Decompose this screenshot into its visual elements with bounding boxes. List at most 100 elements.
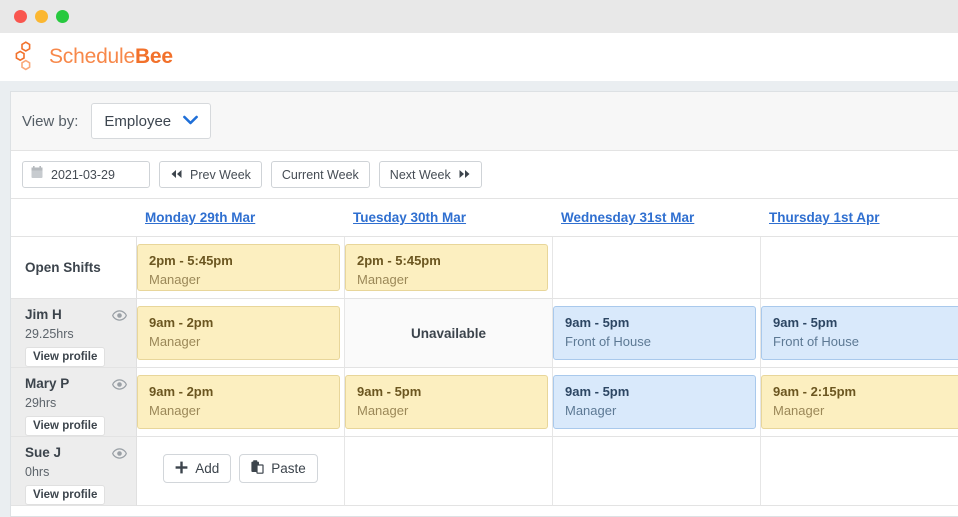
schedule-row: Sue J 0hrs View profile Add Paste xyxy=(11,437,958,506)
shift-card[interactable]: 9am - 5pm Manager xyxy=(345,375,548,429)
prev-week-button[interactable]: Prev Week xyxy=(159,161,262,188)
empty-schedule-cell[interactable] xyxy=(553,437,761,506)
shift-time: 2pm - 5:45pm xyxy=(149,253,233,268)
date-value: 2021-03-29 xyxy=(51,167,115,182)
shift-card[interactable]: 9am - 5pm Front of House xyxy=(761,306,958,360)
schedule-grid: Monday 29th Mar Tuesday 30th Mar Wednesd… xyxy=(11,199,958,506)
schedule-card: View by: Employee 2021-03-29 Prev Week C… xyxy=(10,91,958,517)
shift-time: 9am - 5pm xyxy=(773,315,838,330)
week-navigation-toolbar: 2021-03-29 Prev Week Current Week Next W… xyxy=(11,151,958,199)
chevron-down-icon xyxy=(183,112,199,130)
paste-shift-button[interactable]: Paste xyxy=(239,454,318,483)
employee-cell: Mary P 29hrs View profile xyxy=(11,368,137,437)
add-shift-button[interactable]: Add xyxy=(163,454,232,483)
schedule-rows: Open Shifts 2pm - 5:45pm Manager 2pm - 5:45… xyxy=(11,237,958,506)
day-column-header-2: Wednesday 31st Mar xyxy=(553,199,761,237)
shift-role: Manager xyxy=(149,271,201,287)
shift-card[interactable]: 9am - 5pm Manager xyxy=(553,375,756,429)
brand-name-part-2: Bee xyxy=(134,45,173,68)
brand-logo-link[interactable]: ScheduleBee xyxy=(14,41,173,73)
employee-hours: 0hrs xyxy=(25,465,50,479)
shift-time: 9am - 2pm xyxy=(149,315,214,330)
shift-card[interactable]: 9am - 2pm Manager xyxy=(137,306,340,360)
view-profile-button[interactable]: View profile xyxy=(25,485,106,505)
empty-schedule-cell[interactable] xyxy=(761,437,958,506)
plus-icon xyxy=(175,461,188,477)
brand-name-part-1: Schedule xyxy=(49,45,135,68)
brand-name: ScheduleBee xyxy=(49,45,173,69)
shift-card[interactable]: 2pm - 5:45pm Manager xyxy=(345,244,548,291)
current-week-label: Current Week xyxy=(281,167,359,182)
employee-hours: 29hrs xyxy=(25,396,57,410)
shift-card[interactable]: 9am - 2:15pm Manager xyxy=(761,375,958,429)
shift-role: Manager xyxy=(357,402,409,418)
shift-role: Front of House xyxy=(773,333,859,349)
schedule-cell: 9am - 5pm Manager xyxy=(345,368,553,437)
window-chrome xyxy=(0,0,958,33)
shift-time: 9am - 2pm xyxy=(149,384,214,399)
view-by-select[interactable]: Employee xyxy=(91,103,212,139)
shift-card[interactable]: 2pm - 5:45pm Manager xyxy=(137,244,340,291)
date-input[interactable]: 2021-03-29 xyxy=(22,161,150,188)
shift-role: Manager xyxy=(149,402,201,418)
employee-cell: Sue J 0hrs View profile xyxy=(11,437,137,506)
shift-role: Front of House xyxy=(565,333,651,349)
shift-card[interactable]: 9am - 5pm Front of House xyxy=(553,306,756,360)
empty-schedule-cell[interactable] xyxy=(761,237,958,299)
schedule-cell: 9am - 2:15pm Manager xyxy=(761,368,958,437)
current-week-button[interactable]: Current Week xyxy=(270,161,370,188)
schedule-cell: 9am - 5pm Front of House xyxy=(553,299,761,368)
shift-time: 9am - 5pm xyxy=(565,384,630,399)
shift-time: 2pm - 5:45pm xyxy=(357,253,441,268)
shift-role: Manager xyxy=(149,333,201,349)
schedule-cell: 2pm - 5:45pm Manager xyxy=(137,237,345,299)
unavailable-cell: Unavailable xyxy=(345,299,553,368)
schedule-cell: 2pm - 5:45pm Manager xyxy=(345,237,553,299)
day-link-wednesday[interactable]: Wednesday 31st Mar xyxy=(561,210,694,225)
calendar-icon xyxy=(31,165,43,184)
double-chevron-left-icon xyxy=(170,168,183,182)
eye-icon[interactable] xyxy=(112,308,127,326)
day-link-tuesday[interactable]: Tuesday 30th Mar xyxy=(353,210,466,225)
empty-schedule-cell[interactable] xyxy=(553,237,761,299)
day-column-header-3: Thursday 1st Apr xyxy=(761,199,958,237)
employee-column-header xyxy=(11,199,137,237)
employee-cell: Jim H 29.25hrs View profile xyxy=(11,299,137,368)
add-shift-label: Add xyxy=(195,461,220,476)
view-by-selected-value: Employee xyxy=(104,112,172,130)
app-header: ScheduleBee xyxy=(0,33,958,81)
shift-actions-cell: Add Paste xyxy=(137,437,345,506)
day-link-monday[interactable]: Monday 29th Mar xyxy=(145,210,255,225)
schedule-cell: 9am - 5pm Front of House xyxy=(761,299,958,368)
employee-hours: 29.25hrs xyxy=(25,327,74,341)
shift-time: 9am - 5pm xyxy=(565,315,630,330)
schedule-row: Jim H 29.25hrs View profile 9am - 2pm Manage… xyxy=(11,299,958,368)
eye-icon[interactable] xyxy=(112,446,127,464)
double-chevron-right-icon xyxy=(458,168,471,182)
day-column-header-1: Tuesday 30th Mar xyxy=(345,199,553,237)
shift-time: 9am - 2:15pm xyxy=(773,384,857,399)
eye-icon[interactable] xyxy=(112,377,127,395)
minimize-window-button[interactable] xyxy=(35,10,48,23)
schedule-row: Open Shifts 2pm - 5:45pm Manager 2pm - 5:45… xyxy=(11,237,958,299)
paste-shift-label: Paste xyxy=(271,461,306,476)
shift-card[interactable]: 9am - 2pm Manager xyxy=(137,375,340,429)
view-profile-button[interactable]: View profile xyxy=(25,416,106,436)
view-by-label: View by: xyxy=(22,112,79,130)
schedule-cell: 9am - 5pm Manager xyxy=(553,368,761,437)
open-shifts-label: Open Shifts xyxy=(25,260,101,275)
honeycomb-icon xyxy=(14,41,40,73)
shift-role: Manager xyxy=(357,271,409,287)
prev-week-label: Prev Week xyxy=(190,167,251,182)
view-profile-button[interactable]: View profile xyxy=(25,347,106,367)
day-link-thursday[interactable]: Thursday 1st Apr xyxy=(769,210,880,225)
close-window-button[interactable] xyxy=(14,10,27,23)
empty-schedule-cell[interactable] xyxy=(345,437,553,506)
next-week-button[interactable]: Next Week xyxy=(378,161,482,188)
maximize-window-button[interactable] xyxy=(56,10,69,23)
schedule-cell: 9am - 2pm Manager xyxy=(137,368,345,437)
schedule-row: Mary P 29hrs View profile 9am - 2pm Manager 9… xyxy=(11,368,958,437)
clipboard-icon xyxy=(251,460,264,477)
schedule-cell: 9am - 2pm Manager xyxy=(137,299,345,368)
shift-time: 9am - 5pm xyxy=(357,384,422,399)
